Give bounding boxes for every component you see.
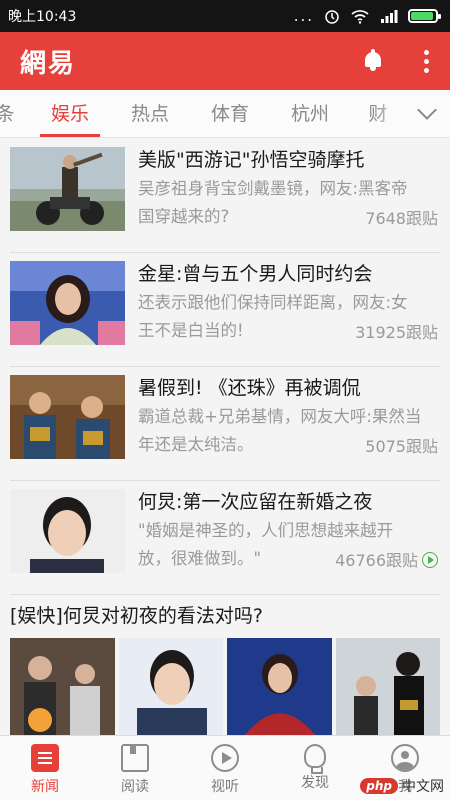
news-item[interactable]: 美版"西游记"孙悟空骑摩托 吴彦祖身背宝剑戴墨镜，网友:黑客帝 国穿越来的? 7… xyxy=(0,139,450,253)
comment-count: 31925跟贴 xyxy=(349,319,438,343)
tab-entertainment[interactable]: 娱乐 xyxy=(40,90,100,137)
news-thumbnail-hejiong xyxy=(10,489,125,573)
photo-set-image xyxy=(10,638,115,735)
nav-discover[interactable]: 发现 xyxy=(270,736,360,800)
news-icon xyxy=(31,744,59,772)
battery-icon xyxy=(408,9,441,23)
news-item[interactable]: 金星:曾与五个男人同时约会 还表示跟他们保持同样距离，网友:女 王不是白当的! … xyxy=(0,253,450,367)
news-digest-line1: 霸道总裁+兄弟基情，网友大呼:果然当 xyxy=(138,407,422,426)
bell-icon[interactable] xyxy=(362,49,384,73)
header-actions xyxy=(362,49,430,73)
active-tab-indicator xyxy=(40,134,100,137)
photo-set[interactable]: [娱快]何炅对初夜的看法对吗? xyxy=(0,595,450,735)
app-logo: 網易 xyxy=(20,48,77,79)
photo-set-image xyxy=(118,638,223,735)
news-digest-line1: 吴彦祖身背宝剑戴墨镜，网友:黑客帝 xyxy=(138,179,408,198)
status-bar: 晚上10:43 ... xyxy=(0,0,450,32)
comment-count: 5075跟贴 xyxy=(359,433,438,457)
reading-icon xyxy=(121,744,149,772)
video-play-icon xyxy=(422,552,438,568)
photo-set-image xyxy=(335,638,440,735)
user-icon xyxy=(391,744,419,772)
signal-icon xyxy=(381,10,398,23)
tab-hangzhou[interactable]: 杭州 xyxy=(280,90,340,137)
news-title: 金星:曾与五个男人同时约会 xyxy=(138,263,373,285)
news-thumbnail-huanzhu xyxy=(10,375,125,459)
photo-set-title: [娱快]何炅对初夜的看法对吗? xyxy=(10,605,263,627)
comment-count: 7648跟贴 xyxy=(359,205,438,229)
photo-set-images xyxy=(10,638,440,735)
wifi-icon xyxy=(351,10,369,24)
alarm-icon xyxy=(325,10,339,24)
bulb-icon xyxy=(304,744,326,774)
nav-video-label: 视听 xyxy=(211,779,239,795)
watermark-text: 中文网 xyxy=(402,779,444,795)
play-icon xyxy=(211,744,239,772)
more-vertical-icon[interactable] xyxy=(424,49,430,73)
status-time: 晚上10:43 xyxy=(8,9,77,25)
nav-reading[interactable]: 阅读 xyxy=(90,736,180,800)
battery-level xyxy=(411,12,433,20)
app-header: 網易 xyxy=(0,32,450,90)
nav-news[interactable]: 新闻 xyxy=(0,736,90,800)
nav-video[interactable]: 视听 xyxy=(180,736,270,800)
news-title: 美版"西游记"孙悟空骑摩托 xyxy=(138,149,365,171)
watermark-logo: php xyxy=(360,778,398,794)
news-digest-line1: "婚姻是神圣的，人们思想越来越开 xyxy=(138,521,394,540)
channel-tab-bar: 条 娱乐 热点 体育 杭州 财 xyxy=(0,90,450,138)
news-thumbnail-jinxing xyxy=(10,261,125,345)
comment-count-text: 46766跟贴 xyxy=(335,551,418,570)
news-digest-line1: 还表示跟他们保持同样距离，网友:女 xyxy=(138,293,408,312)
status-icons: ... xyxy=(293,7,441,25)
news-item[interactable]: 何炅:第一次应留在新婚之夜 "婚姻是神圣的，人们思想越来越开 放，很难做到。" … xyxy=(0,481,450,595)
news-title: 何炅:第一次应留在新婚之夜 xyxy=(138,491,373,513)
tab-sports[interactable]: 体育 xyxy=(200,90,260,137)
chevron-down-icon xyxy=(417,100,437,120)
photo-set-image xyxy=(227,638,332,735)
site-watermark: php 中文网 xyxy=(360,776,444,796)
news-thumbnail-motorcycle xyxy=(10,147,125,231)
nav-discover-label: 发现 xyxy=(301,775,329,791)
tab-partial-left[interactable]: 条 xyxy=(0,90,20,137)
tab-expand-button[interactable] xyxy=(404,90,450,137)
tab-hot[interactable]: 热点 xyxy=(120,90,180,137)
tab-fade xyxy=(374,90,404,137)
nav-news-label: 新闻 xyxy=(31,779,59,795)
nav-reading-label: 阅读 xyxy=(121,779,149,795)
notification-dots: ... xyxy=(293,7,314,25)
comment-count: 46766跟贴 xyxy=(329,547,438,571)
news-item[interactable]: 暑假到! 《还珠》再被调侃 霸道总裁+兄弟基情，网友大呼:果然当 年还是太纯洁。… xyxy=(0,367,450,481)
news-title: 暑假到! 《还珠》再被调侃 xyxy=(138,377,361,399)
